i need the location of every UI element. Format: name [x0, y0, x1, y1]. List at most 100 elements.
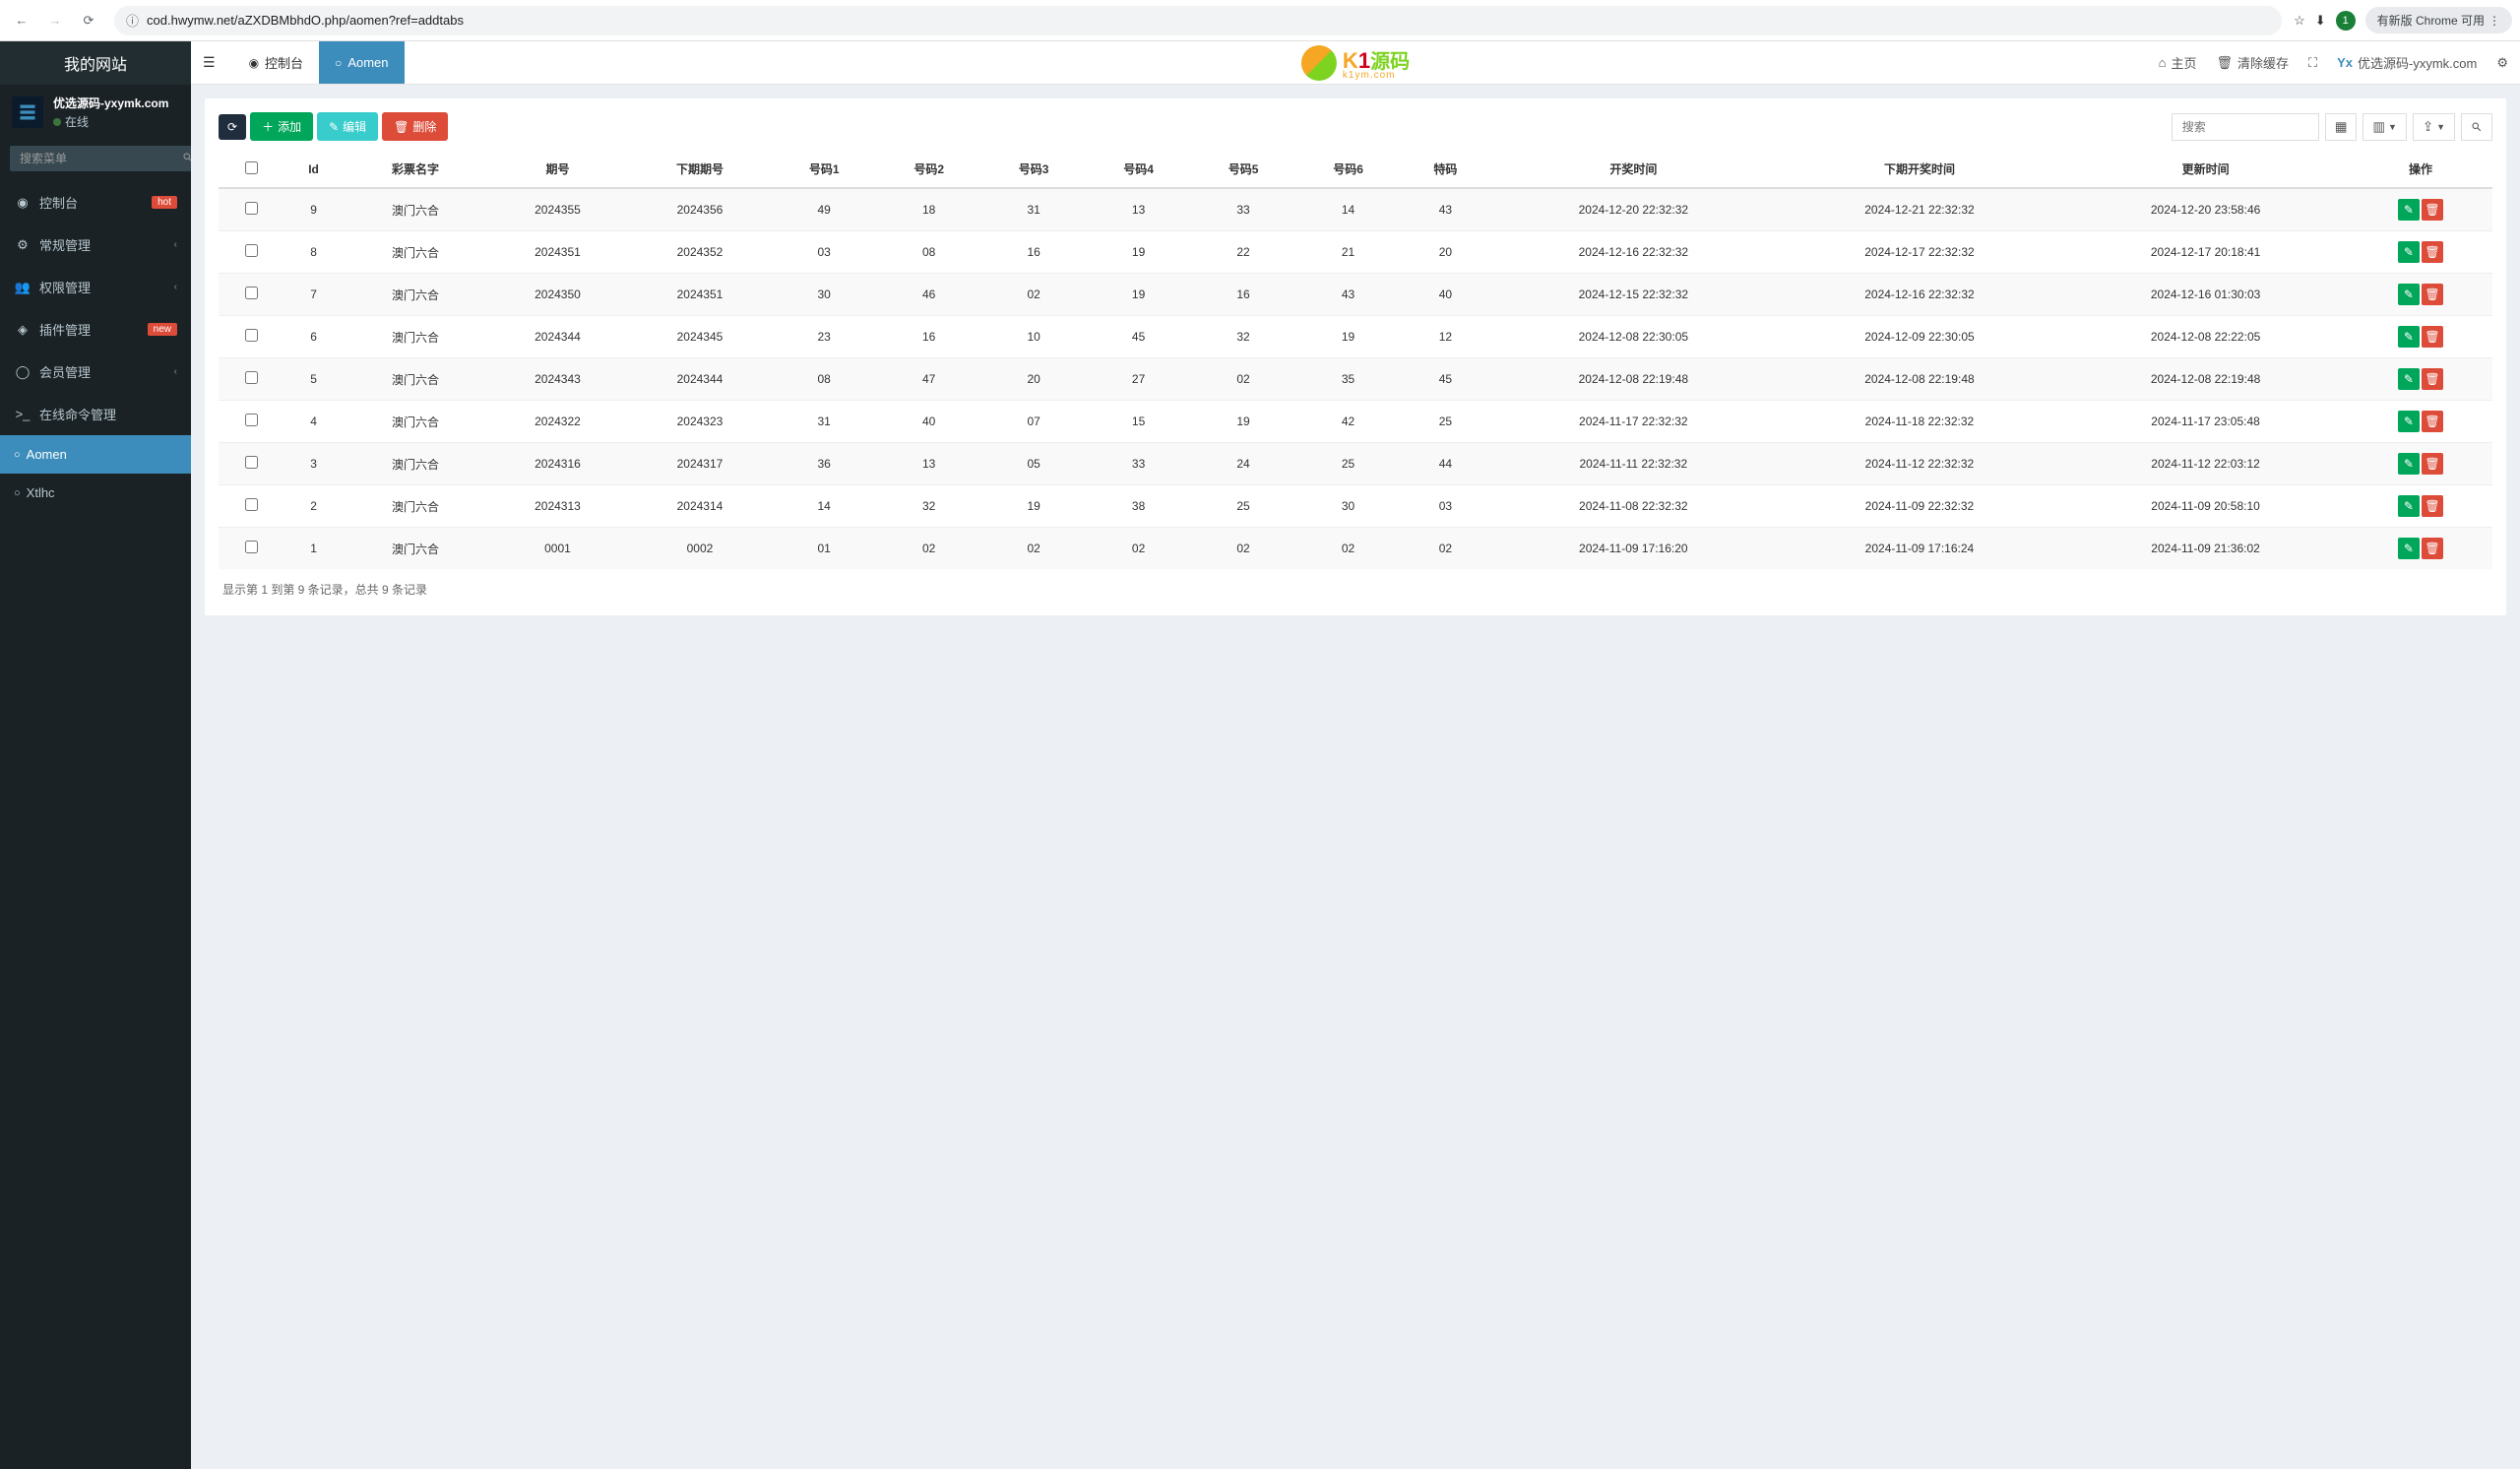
sidebar-item-控制台[interactable]: ◉控制台hot	[0, 181, 191, 224]
sidebar-item-权限管理[interactable]: 👥权限管理‹	[0, 266, 191, 308]
brand-link[interactable]: Yx优选源码-yxymk.com	[2337, 53, 2477, 72]
row-edit-button[interactable]: ✎	[2398, 411, 2420, 432]
delete-button[interactable]: 🗑删除	[382, 112, 448, 141]
export-button[interactable]: ⇪ ▼	[2413, 113, 2455, 141]
table-search-input[interactable]	[2172, 113, 2319, 141]
col-header[interactable]: 操作	[2349, 151, 2492, 188]
col-header[interactable]: 号码4	[1086, 151, 1190, 188]
col-header[interactable]: 号码5	[1191, 151, 1295, 188]
row-delete-button[interactable]: 🗑	[2422, 411, 2443, 432]
table-cell: 02	[981, 528, 1086, 570]
hamburger-icon[interactable]: ☰	[203, 54, 216, 71]
row-delete-button[interactable]: 🗑	[2422, 326, 2443, 348]
op-cell: ✎🗑	[2349, 528, 2492, 570]
sidebar-item-插件管理[interactable]: ◈插件管理new	[0, 308, 191, 351]
row-delete-button[interactable]: 🗑	[2422, 538, 2443, 559]
row-delete-button[interactable]: 🗑	[2422, 241, 2443, 263]
tab-控制台[interactable]: ◉控制台	[233, 41, 320, 84]
profile-badge[interactable]: 1	[2336, 11, 2356, 31]
sidebar-item-xtlhc[interactable]: ○Xtlhc	[0, 474, 191, 512]
sidebar-item-aomen[interactable]: ○Aomen	[0, 435, 191, 474]
row-edit-button[interactable]: ✎	[2398, 368, 2420, 390]
op-cell: ✎🗑	[2349, 358, 2492, 401]
sidebar-search	[10, 146, 181, 171]
row-delete-button[interactable]: 🗑	[2422, 453, 2443, 475]
settings-icon[interactable]: ⚙	[2496, 55, 2508, 71]
sidebar-item-在线命令管理[interactable]: >_在线命令管理	[0, 393, 191, 435]
table-cell: 4	[284, 401, 344, 443]
table-cell: 2	[284, 485, 344, 528]
row-delete-button[interactable]: 🗑	[2422, 368, 2443, 390]
row-checkbox[interactable]	[245, 456, 258, 469]
col-header[interactable]: 下期开奖时间	[1777, 151, 2063, 188]
sidebar-item-常规管理[interactable]: ⚙常规管理‹	[0, 224, 191, 266]
status-dot-icon	[53, 118, 61, 126]
col-header[interactable]	[219, 151, 284, 188]
row-edit-button[interactable]: ✎	[2398, 326, 2420, 348]
row-edit-button[interactable]: ✎	[2398, 538, 2420, 559]
col-header[interactable]: 下期期号	[628, 151, 772, 188]
fullscreen-button[interactable]: ⛶	[2308, 55, 2317, 71]
col-header[interactable]: 更新时间	[2062, 151, 2349, 188]
col-header[interactable]: 号码1	[772, 151, 876, 188]
table-cell: 42	[1295, 401, 1400, 443]
row-checkbox[interactable]	[245, 371, 258, 384]
row-checkbox[interactable]	[245, 541, 258, 553]
col-header[interactable]: 号码3	[981, 151, 1086, 188]
row-edit-button[interactable]: ✎	[2398, 284, 2420, 305]
table-cell	[219, 316, 284, 358]
row-edit-button[interactable]: ✎	[2398, 241, 2420, 263]
table-cell: 澳门六合	[344, 188, 487, 231]
toggle-view-button[interactable]: ▦	[2325, 113, 2358, 141]
table-cell: 2024-12-08 22:19:48	[1490, 358, 1777, 401]
table-cell: 13	[876, 443, 980, 485]
select-all-checkbox[interactable]	[245, 161, 258, 174]
sidebar-item-会员管理[interactable]: ◯会员管理‹	[0, 351, 191, 393]
reload-button[interactable]: ⟳	[75, 7, 102, 34]
table-row: 5澳门六合20243432024344084720270235452024-12…	[219, 358, 2492, 401]
table-cell: 25	[1191, 485, 1295, 528]
row-delete-button[interactable]: 🗑	[2422, 284, 2443, 305]
row-checkbox[interactable]	[245, 329, 258, 342]
edit-button[interactable]: ✎编辑	[317, 112, 378, 141]
download-icon[interactable]: ⬇	[2315, 13, 2326, 29]
row-checkbox[interactable]	[245, 202, 258, 215]
add-button[interactable]: ＋添加	[250, 112, 313, 141]
url-bar[interactable]: ⓘ cod.hwymw.net/aZXDBMbhdO.php/aomen?ref…	[114, 6, 2282, 35]
back-button[interactable]: ←	[8, 7, 35, 34]
site-info-icon[interactable]: ⓘ	[126, 11, 139, 30]
row-edit-button[interactable]: ✎	[2398, 199, 2420, 221]
row-delete-button[interactable]: 🗑	[2422, 495, 2443, 517]
refresh-button[interactable]: ⟳	[219, 114, 246, 140]
row-edit-button[interactable]: ✎	[2398, 453, 2420, 475]
row-delete-button[interactable]: 🗑	[2422, 199, 2443, 221]
bookmark-icon[interactable]: ☆	[2294, 13, 2305, 29]
table-cell: 14	[772, 485, 876, 528]
col-header[interactable]: 彩票名字	[344, 151, 487, 188]
row-checkbox[interactable]	[245, 498, 258, 511]
col-header[interactable]: 特码	[1401, 151, 1490, 188]
table-cell: 02	[1191, 358, 1295, 401]
row-checkbox[interactable]	[245, 414, 258, 426]
row-edit-button[interactable]: ✎	[2398, 495, 2420, 517]
home-link[interactable]: ⌂主页	[2159, 53, 2197, 72]
col-header[interactable]: 开奖时间	[1490, 151, 1777, 188]
col-header[interactable]: Id	[284, 151, 344, 188]
col-header[interactable]: 号码6	[1295, 151, 1400, 188]
search-toggle-button[interactable]	[2461, 113, 2492, 141]
table-cell: 2024-12-20 22:32:32	[1490, 188, 1777, 231]
sidebar-search-input[interactable]	[10, 146, 182, 171]
tab-aomen[interactable]: ○Aomen	[319, 41, 404, 84]
table-cell: 47	[876, 358, 980, 401]
clear-cache-link[interactable]: 🗑清除缓存	[2216, 53, 2289, 72]
row-checkbox[interactable]	[245, 287, 258, 299]
table-cell: 澳门六合	[344, 443, 487, 485]
columns-button[interactable]: ▥ ▼	[2362, 113, 2407, 141]
watermark: K1源码 k1ym.com	[1301, 45, 1410, 81]
chrome-update-button[interactable]: 有新版 Chrome 可用 ⋮	[2365, 7, 2512, 33]
row-checkbox[interactable]	[245, 244, 258, 257]
table-cell: 7	[284, 274, 344, 316]
col-header[interactable]: 号码2	[876, 151, 980, 188]
col-header[interactable]: 期号	[487, 151, 628, 188]
forward-button[interactable]: →	[41, 7, 69, 34]
